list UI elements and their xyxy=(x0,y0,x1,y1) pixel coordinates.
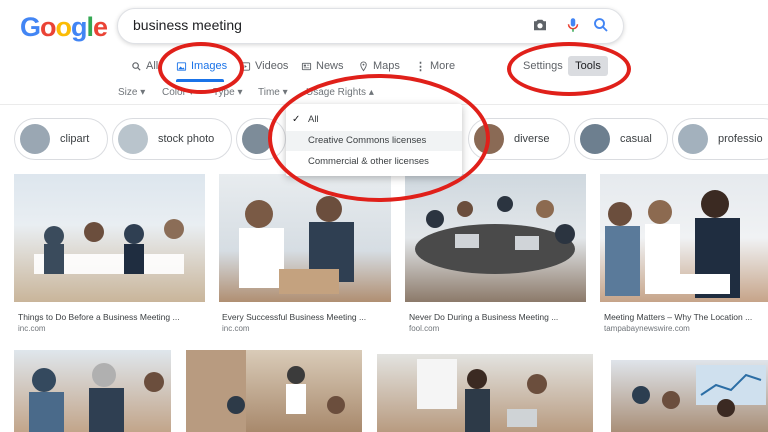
result-source: fool.com xyxy=(409,324,440,333)
result-image[interactable] xyxy=(600,174,768,302)
meeting-photo xyxy=(239,196,354,294)
logo-letter: G xyxy=(20,12,41,42)
filter-usage-rights[interactable]: Usage Rights ▴ xyxy=(306,87,374,98)
tab-all-label: All xyxy=(146,60,159,72)
usage-option-creative-commons[interactable]: Creative Commons licenses xyxy=(286,131,462,151)
filter-color[interactable]: Color ▾ xyxy=(162,87,194,98)
result-image[interactable] xyxy=(14,350,171,432)
chip-thumbnail xyxy=(242,124,272,154)
chip-label: casual xyxy=(620,133,652,145)
meeting-photo xyxy=(186,350,345,432)
tab-news-label: News xyxy=(316,60,344,72)
meeting-photo xyxy=(632,365,766,417)
filter-color-label: Color xyxy=(162,87,186,98)
result-image[interactable] xyxy=(611,360,768,432)
usage-option-commercial[interactable]: Commercial & other licenses xyxy=(286,152,462,172)
tab-all[interactable]: All xyxy=(131,58,158,74)
chip-label: stock photo xyxy=(158,133,215,145)
tab-videos-label: Videos xyxy=(255,60,289,72)
news-icon xyxy=(301,62,312,70)
filter-size-label: Size xyxy=(118,87,138,98)
chip-thumbnail xyxy=(20,124,50,154)
result-source: tampabaynewswire.com xyxy=(604,324,690,333)
tab-more-label: More xyxy=(430,60,456,72)
chip-professional[interactable]: professio xyxy=(672,118,768,160)
result-image[interactable] xyxy=(186,350,362,432)
logo-letter: o xyxy=(55,12,72,42)
result-source: inc.com xyxy=(18,324,46,333)
tab-news[interactable]: News xyxy=(301,58,344,74)
filter-time-label: Time xyxy=(258,87,280,98)
more-vert-icon: ⋮ xyxy=(415,60,426,73)
meeting-photo xyxy=(34,219,184,274)
search-icon xyxy=(132,61,141,71)
image-icon xyxy=(176,61,187,71)
result-image[interactable] xyxy=(219,174,391,302)
filter-time[interactable]: Time ▾ xyxy=(258,87,288,98)
usage-option-label: Creative Commons licenses xyxy=(308,135,427,146)
usage-option-label: All xyxy=(308,114,319,125)
result-caption[interactable]: Every Successful Business Meeting ... xyxy=(222,312,366,322)
chip-thumbnail xyxy=(580,124,610,154)
meeting-photo xyxy=(29,363,164,432)
dropdown-arrow-icon: ▾ xyxy=(140,87,146,98)
video-icon xyxy=(240,61,251,71)
chip-diverse[interactable]: diverse xyxy=(468,118,570,160)
search-input[interactable]: business meeting xyxy=(133,17,242,33)
settings-link[interactable]: Settings xyxy=(523,60,563,72)
chip-casual[interactable]: casual xyxy=(574,118,668,160)
tab-maps[interactable]: Maps xyxy=(358,58,400,74)
dropdown-arrow-icon: ▾ xyxy=(282,87,288,98)
result-caption[interactable]: Never Do During a Business Meeting ... xyxy=(409,312,558,322)
usage-option-all[interactable]: ✓ All xyxy=(286,110,462,130)
dropdown-arrow-up-icon: ▴ xyxy=(368,87,374,98)
chip-label: diverse xyxy=(514,133,550,145)
logo-letter: o xyxy=(40,12,56,42)
search-icon[interactable] xyxy=(592,16,610,39)
filter-usage-rights-label: Usage Rights xyxy=(306,87,367,98)
result-image[interactable] xyxy=(377,354,593,432)
filter-size[interactable]: Size ▾ xyxy=(118,87,145,98)
tab-maps-label: Maps xyxy=(373,60,400,72)
search-box[interactable]: business meeting xyxy=(117,8,624,44)
dropdown-arrow-icon: ▾ xyxy=(188,87,194,98)
usage-option-label: Commercial & other licenses xyxy=(308,156,429,167)
dropdown-arrow-icon: ▾ xyxy=(237,87,243,98)
tab-images[interactable]: Images xyxy=(176,58,227,74)
checkmark-icon: ✓ xyxy=(292,114,301,125)
result-image[interactable] xyxy=(405,174,586,302)
tab-videos[interactable]: Videos xyxy=(240,58,288,74)
microphone-icon[interactable] xyxy=(564,16,582,39)
map-pin-icon xyxy=(360,60,367,71)
logo-letter: e xyxy=(93,12,108,42)
logo-letter: g xyxy=(71,12,87,42)
result-caption[interactable]: Meeting Matters – Why The Location ... xyxy=(604,312,752,322)
meeting-photo xyxy=(415,196,575,274)
chip-thumbnail xyxy=(474,124,504,154)
chip-label: clipart xyxy=(60,133,90,145)
active-tab-indicator xyxy=(176,79,224,82)
chip-thumbnail xyxy=(678,124,708,154)
filter-type[interactable]: Type ▾ xyxy=(213,87,243,98)
camera-icon[interactable] xyxy=(531,16,549,39)
chip-thumbnail xyxy=(118,124,148,154)
filter-type-label: Type xyxy=(213,87,235,98)
chip-hidden[interactable] xyxy=(236,118,286,160)
usage-rights-menu: ✓ All Creative Commons licenses Commerci… xyxy=(286,104,462,176)
tab-images-label: Images xyxy=(191,60,228,72)
chip-label: professio xyxy=(718,133,763,145)
google-logo[interactable]: Google xyxy=(20,12,108,43)
tab-more[interactable]: ⋮ More xyxy=(415,58,455,74)
meeting-photo xyxy=(417,359,547,432)
meeting-photo xyxy=(605,190,740,298)
result-image[interactable] xyxy=(14,174,205,302)
result-source: inc.com xyxy=(222,324,250,333)
result-caption[interactable]: Things to Do Before a Business Meeting .… xyxy=(18,312,180,322)
tools-button[interactable]: Tools xyxy=(568,56,608,76)
chip-stock-photo[interactable]: stock photo xyxy=(112,118,232,160)
chip-clipart[interactable]: clipart xyxy=(14,118,108,160)
